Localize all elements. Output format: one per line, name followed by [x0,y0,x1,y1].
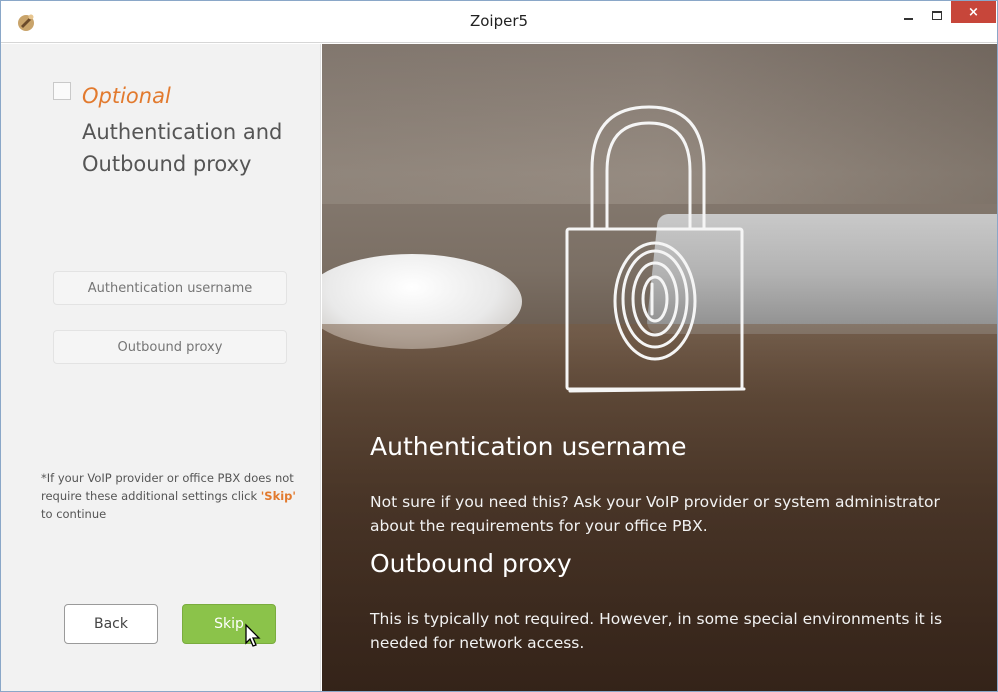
outbound-proxy-input[interactable] [53,330,287,364]
note-text: *If your VoIP provider or office PBX doe… [41,471,294,503]
settings-panel: Optional Authentication and Outbound pro… [1,44,321,691]
back-button[interactable]: Back [64,604,158,644]
maximize-button[interactable] [924,1,950,29]
close-button[interactable]: × [951,1,996,23]
note-suffix: to continue [41,507,107,521]
note-skip-emphasis: 'Skip' [260,489,296,503]
close-icon: × [968,4,979,20]
minimize-icon [903,18,913,20]
skip-note: *If your VoIP provider or office PBX doe… [41,469,301,523]
window-title: Zoiper5 [469,12,529,30]
maximize-icon [932,10,942,20]
mouse-cursor-icon [245,623,261,647]
padlock-fingerprint-icon [565,105,746,393]
minimize-button[interactable] [895,1,921,29]
info-panel: Authentication username Not sure if you … [322,44,997,691]
title-bar[interactable]: Zoiper5 × [1,1,997,43]
auth-info-heading: Authentication username [370,432,687,461]
auth-username-input[interactable] [53,271,287,305]
proxy-info-heading: Outbound proxy [370,549,572,578]
auth-info-text: Not sure if you need this? Ask your VoIP… [370,493,940,535]
optional-step-checkbox[interactable] [53,82,71,100]
app-window: Zoiper5 × Optional Authentication and Ou… [0,0,998,692]
page-heading: Authentication and Outbound proxy [82,120,283,176]
proxy-info-text: This is typically not required. However,… [370,610,943,652]
optional-label: Optional [82,84,171,108]
